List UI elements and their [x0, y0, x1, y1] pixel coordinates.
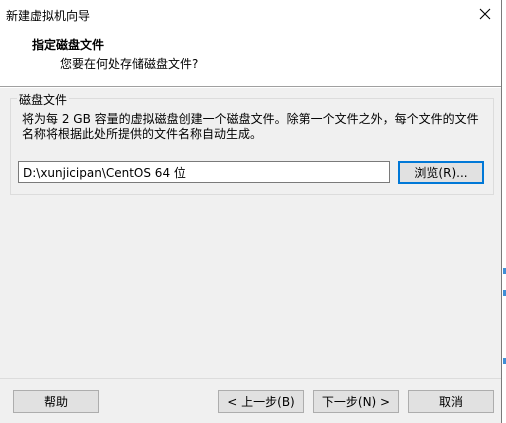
title-bar: 新建虚拟机向导	[0, 0, 501, 30]
back-button[interactable]: < 上一步(B)	[218, 390, 304, 413]
footer-divider	[0, 378, 501, 379]
new-vm-wizard-dialog: 新建虚拟机向导 指定磁盘文件 您要在何处存储磁盘文件? 磁盘文件 将为每 2 G…	[0, 0, 502, 423]
disk-file-group-label: 磁盘文件	[17, 91, 70, 108]
next-button[interactable]: 下一步(N) >	[313, 390, 399, 413]
wizard-header: 指定磁盘文件 您要在何处存储磁盘文件?	[0, 30, 501, 86]
close-button[interactable]	[470, 2, 500, 26]
page-title: 指定磁盘文件	[32, 38, 105, 52]
browse-button[interactable]: 浏览(R)...	[398, 161, 484, 184]
close-icon	[479, 8, 491, 20]
disk-file-description: 将为每 2 GB 容量的虚拟磁盘创建一个磁盘文件。除第一个文件之外，每个文件的文…	[22, 112, 479, 141]
cancel-button[interactable]: 取消	[408, 390, 494, 413]
help-button[interactable]: 帮助	[13, 390, 99, 413]
page-subtitle: 您要在何处存储磁盘文件?	[60, 57, 199, 71]
header-divider-highlight	[0, 87, 501, 88]
disk-file-path-input[interactable]	[18, 161, 390, 183]
window-title: 新建虚拟机向导	[6, 9, 91, 23]
